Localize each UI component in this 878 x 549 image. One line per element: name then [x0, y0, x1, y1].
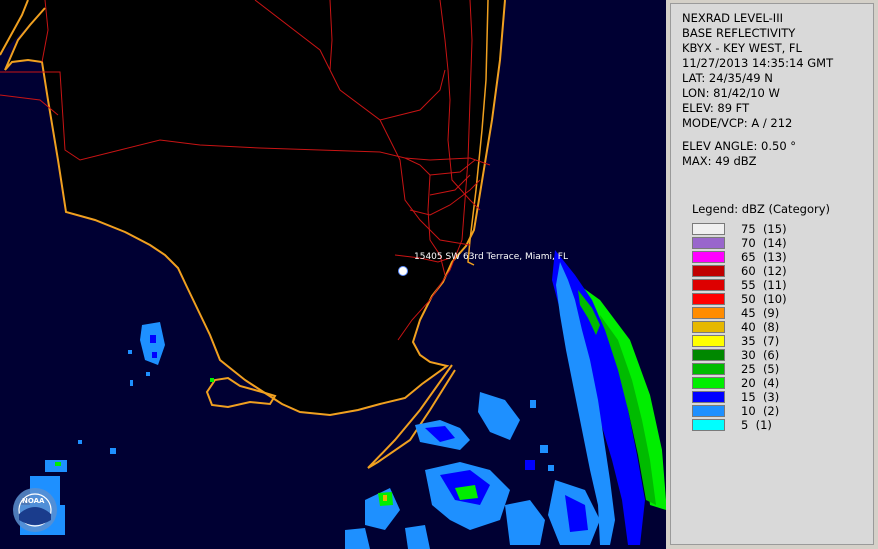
product-type: BASE REFLECTIVITY: [682, 26, 796, 40]
max-reflectivity: MAX: 49 dBZ: [682, 154, 757, 168]
legend-item: 30 (6): [692, 348, 787, 362]
legend-item: 70 (14): [692, 236, 787, 250]
legend-label: 5 (1): [741, 418, 772, 432]
elevation: ELEV: 89 FT: [682, 101, 750, 115]
legend-swatch: [692, 265, 725, 277]
mode-vcp: MODE/VCP: A / 212: [682, 116, 793, 130]
echo-cell: [540, 445, 548, 453]
legend-item: 20 (4): [692, 376, 787, 390]
legend-label: 75 (15): [741, 222, 787, 236]
legend-label: 50 (10): [741, 292, 787, 306]
legend-item: 60 (12): [692, 264, 787, 278]
legend-label: 65 (13): [741, 250, 787, 264]
legend-item: 75 (15): [692, 222, 787, 236]
echo-cluster: [140, 322, 165, 365]
radar-map[interactable]: 15405 SW 63rd Terrace, Miami, FL NOAA: [0, 0, 666, 549]
echo-cluster: [405, 525, 430, 549]
legend-swatch: [692, 335, 725, 347]
info-panel: NEXRAD LEVEL-III BASE REFLECTIVITY KBYX …: [670, 3, 874, 545]
marker-label: 15405 SW 63rd Terrace, Miami, FL: [414, 252, 568, 262]
legend-swatch: [692, 419, 725, 431]
legend-swatch: [692, 223, 725, 235]
legend: 75 (15) 70 (14) 65 (13) 60 (12) 55 (11) 50 (1…: [692, 222, 787, 432]
echo-cluster: [345, 528, 370, 549]
latitude: LAT: 24/35/49 N: [682, 71, 773, 85]
echo-cell: [383, 495, 387, 501]
legend-item: 55 (11): [692, 278, 787, 292]
legend-label: 35 (7): [741, 334, 780, 348]
legend-label: 70 (14): [741, 236, 787, 250]
legend-label: 55 (11): [741, 278, 787, 292]
legend-swatch: [692, 405, 725, 417]
legend-swatch: [692, 237, 725, 249]
legend-label: 40 (8): [741, 320, 780, 334]
legend-label: 25 (5): [741, 362, 780, 376]
datetime: 11/27/2013 14:35:14 GMT: [682, 56, 834, 70]
echo-cell: [128, 350, 132, 354]
echo-cell: [210, 378, 214, 382]
legend-item: 25 (5): [692, 362, 787, 376]
station: KBYX - KEY WEST, FL: [682, 41, 802, 55]
legend-swatch: [692, 251, 725, 263]
echo-cell: [530, 400, 536, 408]
legend-label: 20 (4): [741, 376, 780, 390]
legend-swatch: [692, 363, 725, 375]
echo-cell: [110, 448, 116, 454]
echo-cell: [78, 440, 82, 444]
location-marker: [398, 266, 408, 276]
echo-cell: [152, 352, 157, 358]
legend-label: 45 (9): [741, 306, 780, 320]
legend-item: 5 (1): [692, 418, 787, 432]
legend-item: 65 (13): [692, 250, 787, 264]
longitude: LON: 81/42/10 W: [682, 86, 780, 100]
echo-cluster: [478, 392, 520, 440]
echo-cell: [525, 460, 535, 470]
legend-swatch: [692, 279, 725, 291]
legend-label: 15 (3): [741, 390, 780, 404]
noaa-logo: [13, 488, 57, 532]
echo-cell: [55, 462, 61, 466]
product-name: NEXRAD LEVEL-III: [682, 11, 783, 25]
legend-swatch: [692, 391, 725, 403]
land-mass: [0, 0, 505, 415]
legend-swatch: [692, 349, 725, 361]
elevation-angle: ELEV ANGLE: 0.50 °: [682, 139, 797, 153]
legend-label: 30 (6): [741, 348, 780, 362]
echo-cell: [150, 335, 156, 343]
legend-swatch: [692, 307, 725, 319]
legend-label: 60 (12): [741, 264, 787, 278]
echo-cell: [146, 372, 150, 376]
legend-item: 40 (8): [692, 320, 787, 334]
legend-swatch: [692, 293, 725, 305]
legend-item: 10 (2): [692, 404, 787, 418]
noaa-logo-text: NOAA: [22, 497, 45, 505]
radar-info: NEXRAD LEVEL-III BASE REFLECTIVITY KBYX …: [682, 11, 833, 169]
legend-item: 35 (7): [692, 334, 787, 348]
legend-swatch: [692, 321, 725, 333]
legend-item: 50 (10): [692, 292, 787, 306]
legend-swatch: [692, 377, 725, 389]
legend-item: 15 (3): [692, 390, 787, 404]
echo-cell: [548, 465, 554, 471]
echo-cluster: [505, 500, 545, 545]
echo-cell: [130, 380, 133, 386]
radar-map-canvas: [0, 0, 666, 549]
legend-label: 10 (2): [741, 404, 780, 418]
legend-item: 45 (9): [692, 306, 787, 320]
legend-title: Legend: dBZ (Category): [692, 202, 830, 216]
